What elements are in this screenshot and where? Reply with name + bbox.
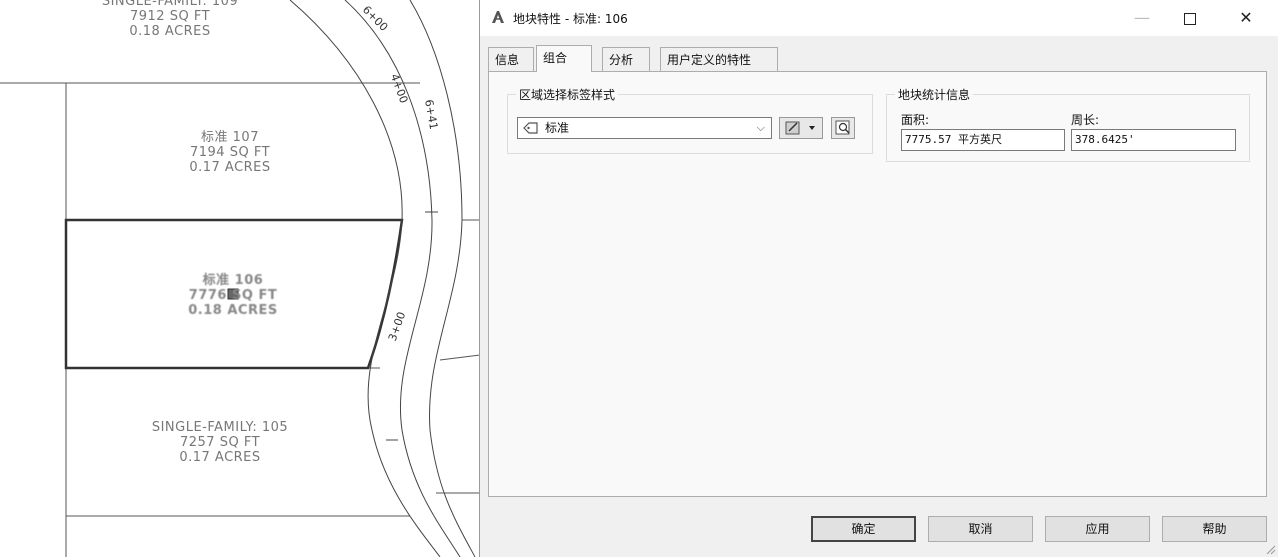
pick-from-drawing-button[interactable]: [831, 117, 855, 139]
parcel-statistics-group: 地块统计信息 面积: 7775.57 平方英尺 周长: 378.6425': [886, 86, 1250, 162]
tab-composition[interactable]: 组合: [536, 45, 592, 72]
parcel-label-106-selected[interactable]: 标准 106 7776 SQ FT 0.18 ACRES: [133, 273, 333, 318]
chevron-down-icon: ⌵: [756, 121, 765, 134]
area-label: 面积:: [901, 113, 930, 127]
minimize-button[interactable]: —: [1122, 5, 1162, 31]
dialog-title: 地块特性 - 标准: 106: [513, 12, 628, 26]
tab-analysis[interactable]: 分析: [602, 47, 650, 71]
maximize-button[interactable]: [1170, 5, 1210, 31]
parcel-107-name: 标准 107: [201, 130, 259, 145]
parcel-109-acres: 0.18 ACRES: [129, 24, 211, 39]
parcel-label-109: SINGLE-FAMILY: 109 7912 SQ FT 0.18 ACRES: [70, 0, 270, 39]
tab-panel-composition: 区域选择标签样式 标准 ⌵ 地块统计信息 面积: 7775.57 平方英尺 周长…: [488, 71, 1267, 497]
parcel-109-area: 7912 SQ FT: [129, 9, 211, 24]
apply-button[interactable]: 应用: [1045, 516, 1150, 542]
perimeter-field[interactable]: 378.6425': [1071, 129, 1236, 151]
parcel-105-acres: 0.17 ACRES: [179, 450, 261, 465]
label-style-group: 区域选择标签样式 标准 ⌵: [507, 86, 873, 154]
parcel-109-name: SINGLE-FAMILY: 109: [101, 0, 239, 9]
parcel-105-name: SINGLE-FAMILY: 105: [151, 420, 289, 435]
parcel-properties-dialog: 地块特性 - 标准: 106 — ✕ 信息 组合 分析 用户定义的特性 区域选择…: [479, 0, 1278, 557]
tab-user-defined-properties[interactable]: 用户定义的特性: [660, 47, 778, 71]
close-button[interactable]: ✕: [1226, 5, 1266, 31]
cad-drawing-area[interactable]: SINGLE-FAMILY: 109 7912 SQ FT 0.18 ACRES…: [0, 0, 480, 557]
parcel-statistics-group-title: 地块统计信息: [895, 86, 974, 103]
parcel-label-105: SINGLE-FAMILY: 105 7257 SQ FT 0.17 ACRES: [120, 420, 320, 465]
label-style-icon: [523, 122, 538, 134]
resize-grip-icon[interactable]: [1264, 543, 1276, 555]
tab-info[interactable]: 信息: [488, 47, 534, 71]
cancel-button[interactable]: 取消: [928, 516, 1033, 542]
label-style-dropdown[interactable]: 标准 ⌵: [517, 117, 772, 139]
maximize-icon: [1184, 12, 1196, 25]
edit-label-style-button[interactable]: [779, 117, 823, 139]
label-style-selected-value: 标准: [545, 121, 570, 135]
pick-from-drawing-icon: [835, 120, 850, 135]
parcel-105-area: 7257 SQ FT: [179, 435, 261, 450]
parcel-label-107: 标准 107 7194 SQ FT 0.17 ACRES: [130, 130, 330, 175]
ok-button[interactable]: 确定: [811, 516, 916, 542]
parcel-106-area: 7776 SQ FT: [188, 288, 278, 303]
perimeter-label: 周长:: [1071, 113, 1100, 127]
edit-style-icon: [785, 121, 815, 135]
parcel-107-area: 7194 SQ FT: [189, 145, 271, 160]
area-field[interactable]: 7775.57 平方英尺: [901, 129, 1065, 151]
parcel-106-acres: 0.18 ACRES: [188, 303, 278, 318]
title-bar[interactable]: 地块特性 - 标准: 106 — ✕: [480, 0, 1278, 36]
parcel-106-name: 标准 106: [202, 273, 264, 288]
parcel-107-acres: 0.17 ACRES: [189, 160, 271, 175]
help-button[interactable]: 帮助: [1162, 516, 1267, 542]
autocad-a-icon: [492, 11, 504, 23]
label-style-group-title: 区域选择标签样式: [516, 86, 619, 103]
